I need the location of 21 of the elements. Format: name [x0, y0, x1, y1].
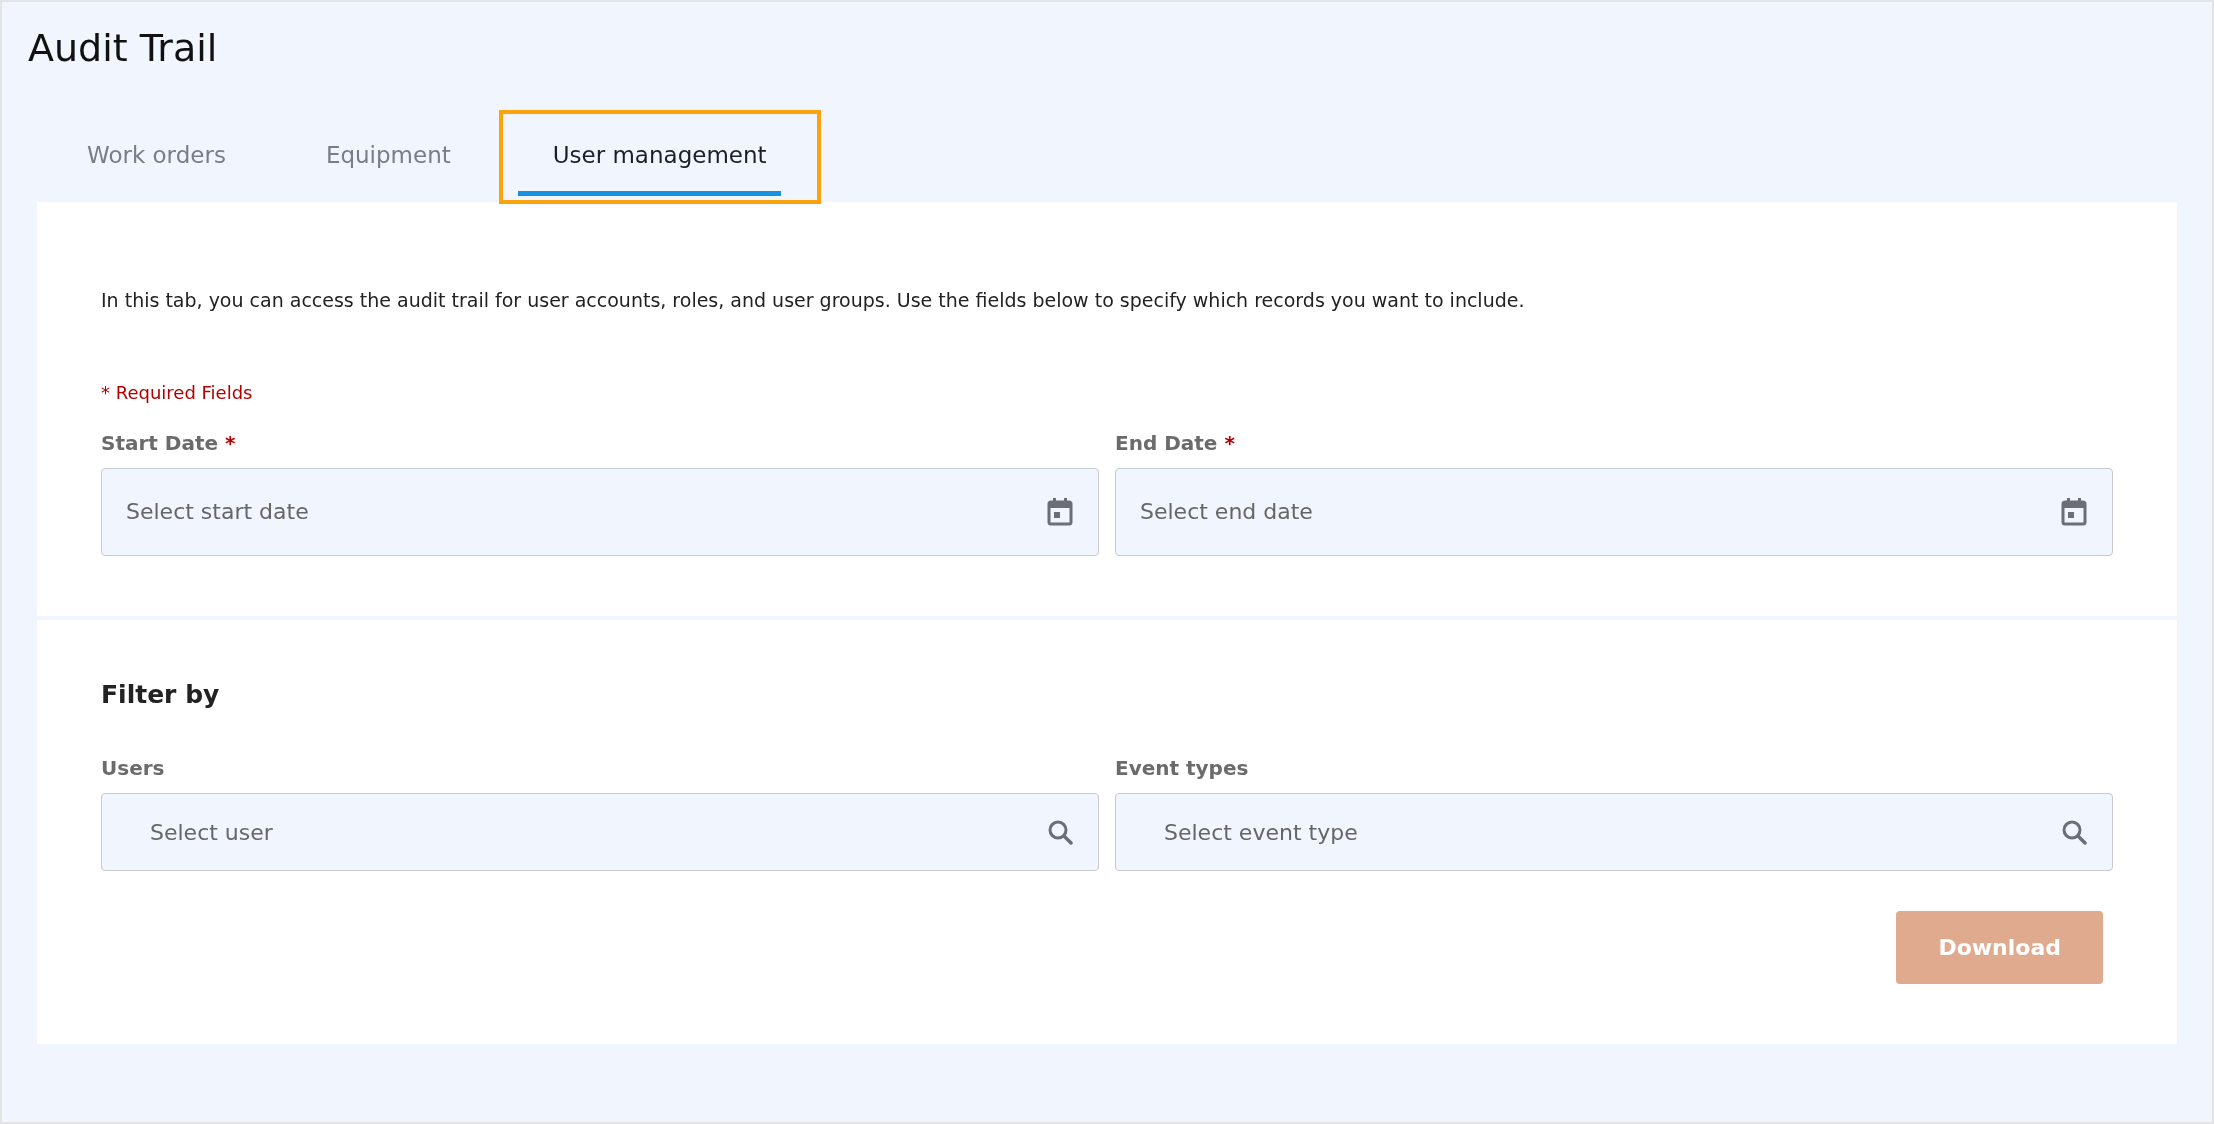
field-label: End Date — [1115, 430, 1218, 455]
filter-heading: Filter by — [101, 678, 221, 711]
search-icon — [1047, 819, 1073, 846]
required-mark: * — [1224, 430, 1235, 455]
field-label: Start Date — [101, 430, 219, 455]
tab[interactable]: Work orders — [37, 111, 276, 203]
search-icon — [2061, 819, 2087, 846]
calendar-icon — [2061, 497, 2087, 526]
page-title: Audit Trail — [27, 25, 219, 72]
field-label: Users — [101, 756, 165, 781]
date-field[interactable]: Select start date — [101, 467, 1099, 556]
tab[interactable]: User management — [500, 111, 819, 203]
search-field[interactable]: Select event type — [1115, 793, 2113, 872]
search-field[interactable]: Select user — [101, 793, 1099, 872]
required-mark: * — [225, 430, 236, 455]
tab[interactable]: Equipment — [275, 111, 501, 203]
date-field[interactable]: Select end date — [1115, 467, 2113, 556]
calendar-icon — [1047, 497, 1073, 526]
required-fields-note: * Required Fields — [101, 380, 254, 405]
field-label: Event types — [1115, 756, 1249, 781]
intro-text: In this tab, you can access the audit trail for user accounts, roles, and user groups. Use the fields below to specify which records you want to include. — [101, 288, 1526, 314]
